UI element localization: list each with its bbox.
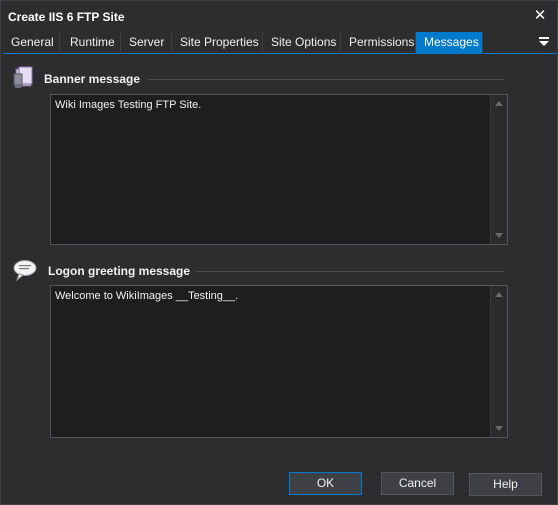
title-bar: Create IIS 6 FTP Site ✕ (1, 1, 557, 32)
tab-site-properties[interactable]: Site Properties (172, 32, 263, 54)
banner-book-icon (11, 65, 37, 91)
tab-messages[interactable]: Messages (416, 32, 483, 54)
dialog-window: Create IIS 6 FTP Site ✕ General Runtime … (0, 0, 558, 505)
banner-scrollbar[interactable] (490, 95, 507, 244)
banner-message-textarea[interactable]: Wiki Images Testing FTP Site. (50, 94, 508, 245)
close-icon[interactable]: ✕ (529, 5, 551, 27)
ok-button[interactable]: OK (289, 472, 362, 495)
logon-greeting-textarea[interactable]: Welcome to WikiImages __Testing__. (50, 285, 508, 438)
tab-runtime[interactable]: Runtime (62, 32, 121, 54)
banner-message-label: Banner message (44, 72, 141, 86)
tab-overflow-menu-icon[interactable] (537, 34, 551, 50)
tab-permissions[interactable]: Permissions (341, 32, 416, 54)
scroll-down-icon[interactable] (495, 426, 503, 431)
tab-server[interactable]: Server (121, 32, 172, 54)
speech-bubble-icon (12, 258, 38, 284)
window-title: Create IIS 6 FTP Site (8, 10, 125, 24)
scroll-up-icon[interactable] (495, 101, 503, 106)
cancel-button[interactable]: Cancel (381, 472, 454, 495)
banner-message-text: Wiki Images Testing FTP Site. (55, 99, 202, 111)
logon-scrollbar[interactable] (490, 286, 507, 437)
logon-divider (196, 271, 504, 272)
tab-site-options[interactable]: Site Options (263, 32, 341, 54)
help-button[interactable]: Help (469, 473, 542, 496)
banner-divider (148, 79, 504, 80)
scroll-down-icon[interactable] (495, 233, 503, 238)
tab-general[interactable]: General (3, 32, 60, 54)
logon-greeting-text: Welcome to WikiImages __Testing__. (55, 290, 239, 302)
tab-bar: General Runtime Server Site Properties S… (3, 32, 557, 54)
logon-greeting-label: Logon greeting message (48, 264, 191, 278)
scroll-up-icon[interactable] (495, 292, 503, 297)
